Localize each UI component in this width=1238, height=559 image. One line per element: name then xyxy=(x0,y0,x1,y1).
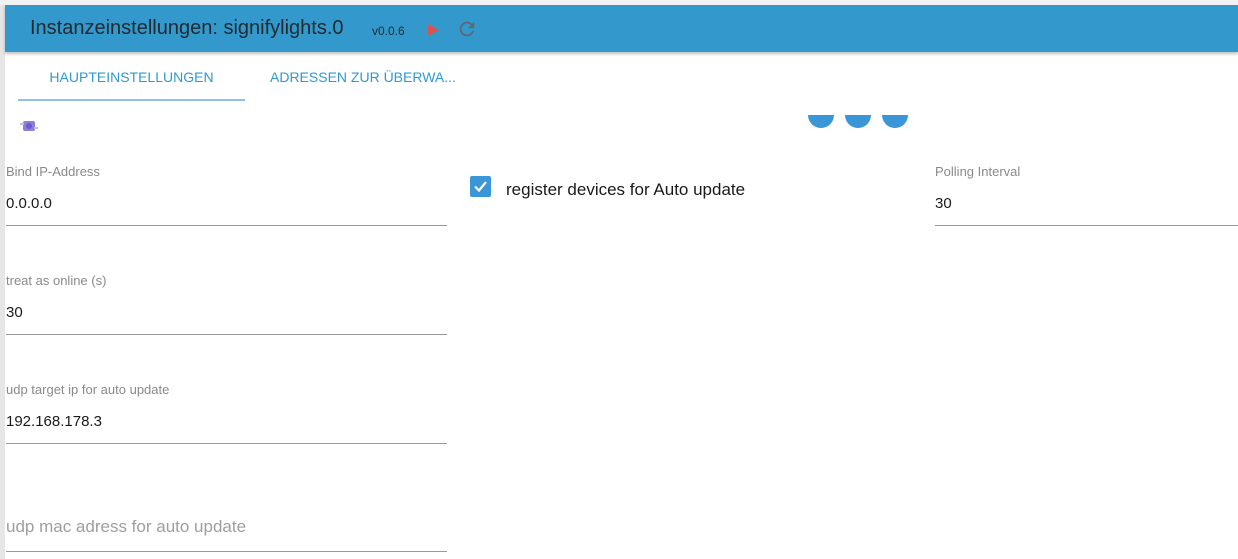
version-label: v0.0.6 xyxy=(372,24,405,38)
window-left-edge xyxy=(0,5,5,559)
udp-mac-underline xyxy=(6,551,447,552)
dialog-header: Instanzeinstellungen: signifylights.0 v0… xyxy=(5,5,1238,52)
udp-target-ip-input[interactable] xyxy=(6,411,447,431)
active-tab-indicator xyxy=(18,99,245,101)
partial-round-buttons xyxy=(805,115,915,129)
settings-tabs: HAUPTEINSTELLUNGEN ADRESSEN ZUR ÜBERWA..… xyxy=(18,55,478,101)
bind-ip-field: Bind IP-Address xyxy=(6,164,447,226)
adapter-logo-icon xyxy=(20,119,38,133)
udp-target-ip-underline xyxy=(6,443,447,444)
udp-target-ip-field: udp target ip for auto update xyxy=(6,382,447,444)
treat-online-field: treat as online (s) xyxy=(6,273,447,335)
treat-online-label: treat as online (s) xyxy=(6,273,107,288)
dialog-title: Instanzeinstellungen: signifylights.0 xyxy=(30,17,344,39)
polling-interval-label: Polling Interval xyxy=(935,164,1021,179)
bind-ip-input[interactable] xyxy=(6,193,447,213)
udp-target-ip-label: udp target ip for auto update xyxy=(6,382,170,397)
polling-interval-field: Polling Interval xyxy=(935,164,1238,226)
tab-addresses-label: ADRESSEN ZUR ÜBERWA... xyxy=(270,69,456,85)
restart-instance-button[interactable] xyxy=(456,18,478,40)
reload-icon xyxy=(459,21,475,37)
treat-online-underline xyxy=(6,334,447,335)
auto-update-checkbox-label: register devices for Auto update xyxy=(506,180,746,199)
tab-main-settings[interactable]: HAUPTEINSTELLUNGEN xyxy=(18,55,245,101)
tab-main-settings-label: HAUPTEINSTELLUNGEN xyxy=(49,69,214,85)
tab-addresses[interactable]: ADRESSEN ZUR ÜBERWA... xyxy=(270,55,456,101)
polling-interval-underline xyxy=(935,225,1238,226)
checkmark-icon xyxy=(474,181,487,193)
udp-mac-field xyxy=(6,512,447,553)
udp-mac-input[interactable] xyxy=(6,515,447,539)
start-instance-button[interactable] xyxy=(426,23,440,37)
play-icon xyxy=(428,24,439,36)
treat-online-input[interactable] xyxy=(6,302,447,322)
auto-update-checkbox[interactable]: register devices for Auto update xyxy=(470,176,870,204)
bind-ip-label: Bind IP-Address xyxy=(6,164,100,179)
auto-update-checkbox-box[interactable] xyxy=(470,176,491,197)
bind-ip-underline xyxy=(6,225,447,226)
polling-interval-input[interactable] xyxy=(935,193,1238,213)
